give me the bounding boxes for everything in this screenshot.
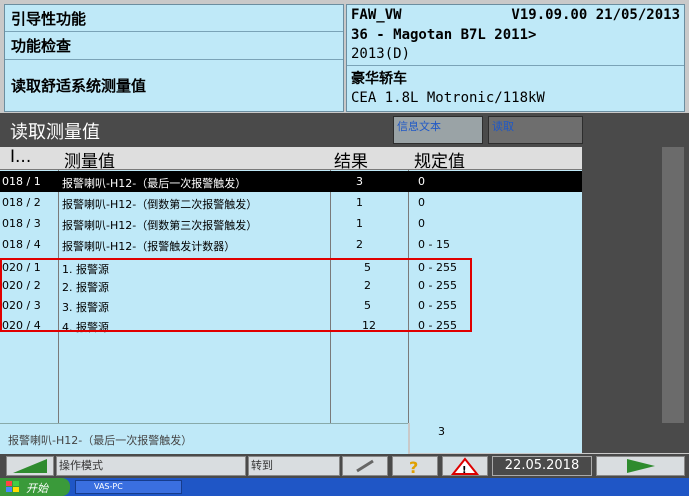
tools-button[interactable] xyxy=(342,456,388,476)
table-row[interactable]: 018 / 1 报警喇叭-H12-（最后一次报警触发） 3 0 xyxy=(0,171,582,192)
warning-icon: ! xyxy=(450,457,480,476)
row-result: 1 xyxy=(356,217,363,230)
row-id: 018 / 4 xyxy=(2,238,41,251)
row-spec: 0 xyxy=(418,175,425,188)
row-id: 018 / 1 xyxy=(2,175,41,188)
scrollbar[interactable] xyxy=(662,147,684,423)
date-display: 22.05.2018 xyxy=(492,456,592,476)
model-label: 36 - Magotan B7L 2011> xyxy=(351,27,537,43)
question-icon: ? xyxy=(409,458,418,477)
brand-label: FAW_VW xyxy=(351,7,402,23)
row-name: 报警喇叭-H12-（倒数第二次报警触发） xyxy=(62,198,258,211)
row-name: 报警喇叭-H12-（倒数第三次报警触发） xyxy=(62,219,258,232)
function-check-title: 功能检查 xyxy=(11,37,72,55)
svg-text:?: ? xyxy=(409,458,418,475)
application-window: 引导性功能 功能检查 读取舒适系统测量值 FAW_VW V19.09.00 21… xyxy=(0,0,689,496)
operation-mode-button[interactable]: 操作模式 xyxy=(56,456,246,476)
section-title: 读取测量值 xyxy=(10,122,100,143)
windows-taskbar: 开始 VAS-PC xyxy=(0,478,689,496)
back-button[interactable] xyxy=(6,456,54,476)
wrench-icon xyxy=(356,459,374,473)
status-value: 3 xyxy=(438,425,445,438)
table-row[interactable]: 018 / 4 报警喇叭-H12-（报警触发计数器） 2 0 - 15 xyxy=(0,234,582,255)
table-row[interactable]: 018 / 2 报警喇叭-H12-（倒数第二次报警触发） 1 0 xyxy=(0,192,582,213)
row-spec: 0 - 15 xyxy=(418,238,450,251)
row-name: 报警喇叭-H12-（最后一次报警触发） xyxy=(62,177,247,190)
svg-text:!: ! xyxy=(462,465,467,475)
function-header: 引导性功能 功能检查 读取舒适系统测量值 xyxy=(4,4,344,112)
start-label: 开始 xyxy=(26,482,48,495)
windows-logo-icon xyxy=(6,481,19,492)
row-result: 1 xyxy=(356,196,363,209)
info-text-tab[interactable]: 信息文本 xyxy=(393,116,483,144)
row-result: 3 xyxy=(356,175,363,188)
section-band: 读取测量值 信息文本 读取 xyxy=(0,113,689,147)
status-label: 报警喇叭-H12-（最后一次报警触发） xyxy=(8,434,193,447)
row-name: 报警喇叭-H12-（报警触发计数器） xyxy=(62,240,236,253)
version-label: V19.09.00 21/05/2013 xyxy=(511,7,680,23)
read-tab[interactable]: 读取 xyxy=(488,116,583,144)
status-description: 报警喇叭-H12-（最后一次报警触发） xyxy=(0,423,408,454)
highlight-box xyxy=(0,258,472,332)
taskbar-app-label: VAS-PC xyxy=(94,482,123,491)
taskbar-app-button[interactable]: VAS-PC xyxy=(75,480,182,494)
row-spec: 0 xyxy=(418,217,425,230)
back-arrow-icon xyxy=(13,459,47,473)
next-button[interactable] xyxy=(596,456,685,476)
row-result: 2 xyxy=(356,238,363,251)
status-value-box: 3 xyxy=(410,423,582,453)
divider xyxy=(347,65,684,66)
col-id-header[interactable]: I... xyxy=(10,147,31,167)
engine-label: CEA 1.8L Motronic/118kW xyxy=(351,90,545,106)
col-name-header[interactable]: 测量值 xyxy=(64,147,115,172)
row-spec: 0 xyxy=(418,196,425,209)
guided-functions-title: 引导性功能 xyxy=(11,10,87,28)
bottom-toolbar: 操作模式 转到 ? ! 22.05.2018 xyxy=(0,454,689,478)
start-button[interactable]: 开始 xyxy=(0,478,70,496)
divider xyxy=(5,59,343,60)
col-spec-header[interactable]: 规定值 xyxy=(414,147,465,172)
col-result-header[interactable]: 结果 xyxy=(334,147,368,172)
table-header: I... 测量值 结果 规定值 xyxy=(0,147,582,172)
forward-arrow-icon xyxy=(627,459,655,473)
model-year-label: 2013(D) xyxy=(351,46,411,62)
status-filler xyxy=(582,423,689,453)
row-id: 018 / 3 xyxy=(2,217,41,230)
vehicle-info-header: FAW_VW V19.09.00 21/05/2013 36 - Magotan… xyxy=(346,4,685,112)
read-comfort-values-title: 读取舒适系统测量值 xyxy=(11,77,147,95)
divider xyxy=(5,31,343,32)
body-type-label: 豪华轿车 xyxy=(351,71,407,87)
table-row[interactable]: 018 / 3 报警喇叭-H12-（倒数第三次报警触发） 1 0 xyxy=(0,213,582,234)
goto-button[interactable]: 转到 xyxy=(248,456,340,476)
row-id: 018 / 2 xyxy=(2,196,41,209)
help-button[interactable]: ? xyxy=(392,456,438,477)
warning-button[interactable]: ! xyxy=(442,456,488,476)
